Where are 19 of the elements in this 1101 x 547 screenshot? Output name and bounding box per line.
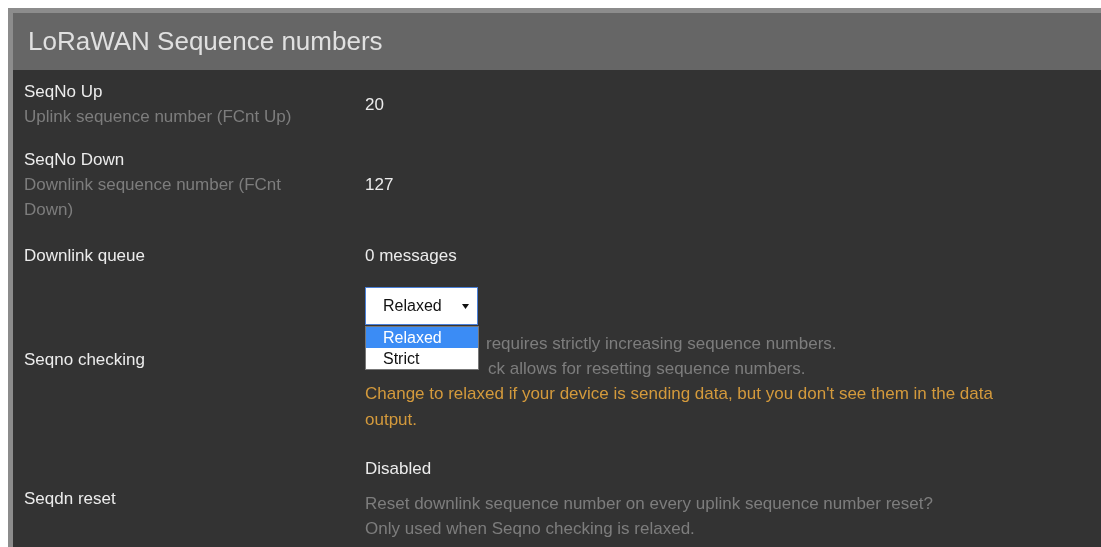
field-label: Downlink queue bbox=[24, 245, 145, 267]
help-text: Reset downlink sequence number on every uplink sequence number reset? bbox=[365, 493, 933, 515]
field-label: Seqdn reset bbox=[24, 488, 116, 510]
panel-title: LoRaWAN Sequence numbers bbox=[28, 26, 383, 57]
field-label: SeqNo Up bbox=[24, 81, 103, 103]
help-text: ck allows for resetting sequence numbers. bbox=[488, 358, 806, 380]
field-description: Downlink sequence number (FCnt Down) bbox=[24, 174, 282, 221]
field-description: Uplink sequence number (FCnt Up) bbox=[24, 106, 293, 128]
field-label: SeqNo Down bbox=[24, 149, 125, 171]
field-value: 127 bbox=[365, 174, 395, 196]
seqno-checking-dropdown[interactable]: Relaxed bbox=[365, 287, 478, 325]
field-label: Seqno checking bbox=[24, 349, 145, 371]
help-text: Only used when Seqno checking is relaxed. bbox=[365, 518, 695, 540]
field-value: 20 bbox=[365, 93, 385, 116]
warning-text: Change to relaxed if your device is sending data, but you don't see them in the data output. bbox=[365, 383, 994, 431]
help-text: requires strictly increasing sequence numbers. bbox=[486, 333, 837, 355]
caret-icon bbox=[462, 303, 469, 309]
field-value: 0 messages bbox=[365, 245, 458, 267]
field-value: Disabled bbox=[365, 458, 432, 480]
